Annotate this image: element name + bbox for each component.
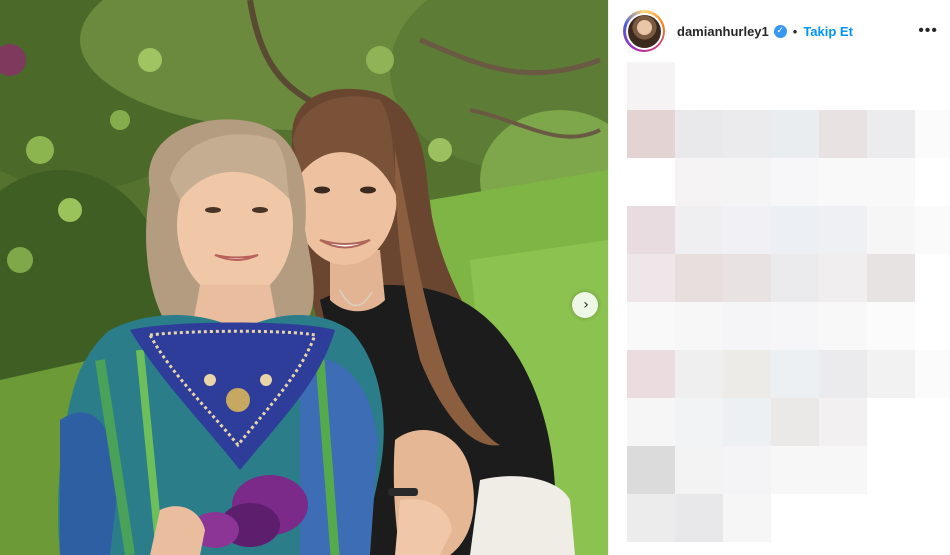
post-header: damianhurley1 ✓ • Takip Et ••• — [609, 0, 950, 62]
follow-button[interactable]: Takip Et — [803, 24, 853, 39]
mosaic-cell — [627, 206, 675, 254]
mosaic-cell — [819, 302, 867, 350]
mosaic-cell — [771, 494, 819, 542]
mosaic-cell — [771, 398, 819, 446]
mosaic-cell — [723, 158, 771, 206]
mosaic-cell — [867, 158, 915, 206]
mosaic-cell — [915, 350, 950, 398]
mosaic-cell — [915, 302, 950, 350]
separator-dot: • — [792, 23, 798, 39]
verified-badge-icon: ✓ — [773, 24, 787, 38]
mosaic-cell — [819, 110, 867, 158]
mosaic-cell — [867, 254, 915, 302]
mosaic-cell — [819, 350, 867, 398]
mosaic-cell — [819, 494, 867, 542]
mosaic-cell — [723, 398, 771, 446]
mosaic-cell — [771, 350, 819, 398]
mosaic-cell — [819, 446, 867, 494]
mosaic-cell — [867, 206, 915, 254]
mosaic-cell — [675, 446, 723, 494]
mosaic-cell — [627, 398, 675, 446]
mosaic-cell — [771, 158, 819, 206]
mosaic-cell — [915, 398, 950, 446]
avatar[interactable] — [627, 14, 661, 48]
mosaic-cell — [723, 494, 771, 542]
mosaic-cell — [771, 446, 819, 494]
mosaic-cell — [771, 206, 819, 254]
mosaic-cell — [675, 494, 723, 542]
mosaic-cell — [627, 302, 675, 350]
mosaic-cell — [867, 302, 915, 350]
mosaic-cell — [627, 254, 675, 302]
mosaic-cell — [675, 110, 723, 158]
mosaic-cell — [819, 254, 867, 302]
mosaic-cell — [915, 446, 950, 494]
mosaic-cell — [915, 206, 950, 254]
mosaic-cell — [723, 302, 771, 350]
mosaic-cell — [771, 110, 819, 158]
mosaic-cell — [627, 446, 675, 494]
mosaic-cell — [675, 350, 723, 398]
mosaic-cell — [675, 62, 723, 110]
story-ring[interactable] — [623, 10, 665, 52]
mosaic-cell — [819, 158, 867, 206]
mosaic-cell — [723, 206, 771, 254]
mosaic-cell — [723, 110, 771, 158]
mosaic-cell — [723, 446, 771, 494]
next-photo-button[interactable]: › — [572, 292, 598, 318]
mosaic-cell — [675, 302, 723, 350]
mosaic-cell — [771, 62, 819, 110]
post-photo: › — [0, 0, 608, 555]
blurred-comments-area — [613, 62, 950, 552]
mosaic-cell — [627, 110, 675, 158]
mosaic-cell — [867, 494, 915, 542]
mosaic-cell — [675, 206, 723, 254]
username-link[interactable]: damianhurley1 — [677, 24, 769, 39]
mosaic-cell — [723, 350, 771, 398]
mosaic-cell — [915, 158, 950, 206]
mosaic-cell — [867, 62, 915, 110]
photo-illustration — [0, 0, 608, 555]
mosaic-cell — [675, 398, 723, 446]
mosaic-cell — [915, 494, 950, 542]
mosaic-cell — [771, 302, 819, 350]
mosaic-cell — [867, 350, 915, 398]
mosaic-cell — [867, 398, 915, 446]
mosaic-cell — [675, 254, 723, 302]
mosaic-cell — [819, 62, 867, 110]
chevron-right-icon: › — [583, 297, 589, 313]
mosaic-cell — [915, 110, 950, 158]
more-options-icon[interactable]: ••• — [918, 22, 938, 40]
mosaic-cell — [915, 254, 950, 302]
post-side-panel: damianhurley1 ✓ • Takip Et ••• — [608, 0, 950, 555]
mosaic-cell — [771, 254, 819, 302]
mosaic-cell — [627, 158, 675, 206]
mosaic-cell — [867, 110, 915, 158]
mosaic-cell — [723, 62, 771, 110]
mosaic-cell — [627, 62, 675, 110]
mosaic-cell — [675, 158, 723, 206]
mosaic-cell — [867, 446, 915, 494]
mosaic-cell — [819, 398, 867, 446]
mosaic-cell — [627, 350, 675, 398]
mosaic-cell — [915, 62, 950, 110]
mosaic-cell — [723, 254, 771, 302]
mosaic-cell — [819, 206, 867, 254]
mosaic-cell — [627, 494, 675, 542]
